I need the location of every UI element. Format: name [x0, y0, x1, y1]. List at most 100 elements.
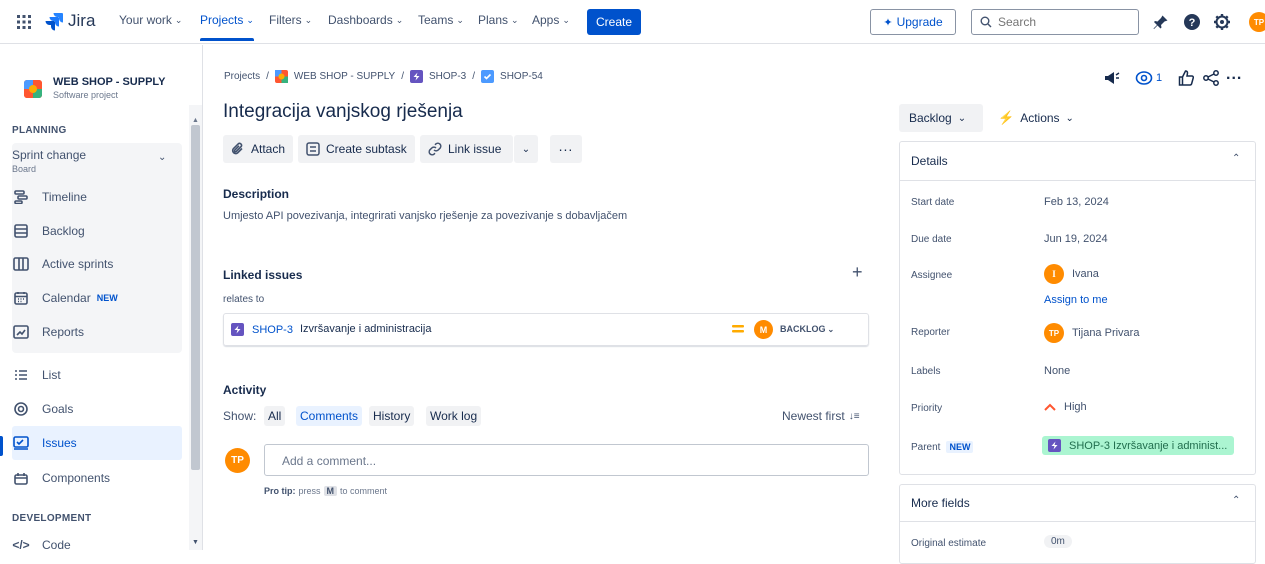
keyboard-key: M	[323, 486, 338, 496]
reports-icon	[12, 323, 30, 341]
nav-projects[interactable]: Projects ⌄	[200, 13, 254, 41]
more-actions-button[interactable]: ...	[550, 135, 582, 163]
new-badge: NEW	[946, 441, 974, 453]
breadcrumb: Projects / WEB SHOP - SUPPLY / SHOP-3 / …	[224, 70, 543, 83]
link-issue-dropdown[interactable]: ⌄	[514, 135, 538, 163]
priority-value[interactable]: High	[1044, 401, 1087, 413]
sidebar-item-backlog[interactable]: Backlog	[12, 214, 182, 248]
list-icon	[12, 366, 30, 384]
project-avatar-icon	[274, 70, 288, 83]
filter-work-log[interactable]: Work log	[426, 406, 482, 426]
assignee-avatar: I	[1044, 264, 1064, 284]
breadcrumb-projects[interactable]: Projects	[224, 71, 260, 82]
nav-your-work[interactable]: Your work ⌄	[119, 13, 182, 27]
more-fields-header[interactable]: More fields ⌃	[899, 484, 1256, 522]
breadcrumb-project[interactable]: WEB SHOP - SUPPLY	[294, 71, 395, 82]
original-estimate-value[interactable]: 0m	[1044, 535, 1072, 548]
sidebar-item-components[interactable]: Components	[12, 461, 182, 495]
chevron-down-icon: ⌄	[395, 14, 404, 25]
board-sub: Board	[12, 164, 37, 174]
more-icon[interactable]: ...	[1226, 66, 1242, 84]
due-date-value[interactable]: Jun 19, 2024	[1044, 233, 1108, 245]
linked-issue-summary[interactable]: Izvršavanje i administracija	[300, 323, 431, 335]
jira-logo[interactable]: Jira	[44, 11, 95, 31]
planning-heading: PLANNING	[12, 125, 67, 136]
feedback-megaphone-icon[interactable]	[1103, 70, 1121, 86]
link-issue-button[interactable]: Link issue	[420, 135, 513, 163]
watch-button[interactable]: 1	[1135, 70, 1162, 86]
assignee-label: Assignee	[911, 270, 953, 281]
breadcrumb-separator: /	[266, 71, 269, 82]
nav-teams[interactable]: Teams ⌄	[418, 13, 464, 27]
linked-issue-row[interactable]: SHOP-3 Izvršavanje i administracija M BA…	[223, 313, 869, 346]
sidebar-scrollbar-thumb[interactable]	[191, 125, 200, 470]
sidebar-item-calendar[interactable]: Calendar NEW	[12, 281, 182, 315]
linked-issue-key[interactable]: SHOP-3	[252, 324, 293, 336]
comment-input[interactable]: Add a comment...	[264, 444, 869, 476]
eye-icon	[1135, 71, 1153, 85]
sort-toggle[interactable]: Newest first ↓≡	[782, 409, 860, 423]
priority-high-icon	[1044, 403, 1056, 411]
relation-type: relates to	[223, 294, 265, 305]
project-type: Software project	[53, 90, 119, 100]
parent-value[interactable]: SHOP-3 Izvršavanje i administ...	[1042, 436, 1234, 455]
attach-button[interactable]: Attach	[223, 135, 294, 163]
epic-icon	[410, 70, 424, 83]
issue-title[interactable]: Integracija vanjskog rješenja	[223, 101, 463, 123]
search-input[interactable]	[998, 15, 1118, 29]
sidebar-item-code[interactable]: </> Code	[12, 528, 182, 550]
issues-icon	[12, 434, 30, 452]
chevron-down-icon: ⌄	[174, 14, 183, 25]
breadcrumb-separator: /	[472, 71, 476, 82]
details-header[interactable]: Details ⌃	[899, 141, 1256, 181]
linked-status-dropdown[interactable]: BACKLOG ⌄	[780, 324, 834, 334]
start-date-value[interactable]: Feb 13, 2024	[1044, 196, 1109, 208]
project-sidebar: WEB SHOP - SUPPLY Software project PLANN…	[0, 45, 203, 550]
labels-value[interactable]: None	[1044, 365, 1070, 377]
app-switcher-icon[interactable]	[16, 14, 32, 30]
sidebar-item-issues[interactable]: Issues	[12, 426, 182, 460]
chevron-up-icon: ⌃	[1232, 495, 1241, 506]
create-subtask-button[interactable]: Create subtask	[298, 135, 415, 163]
like-thumbs-up-icon[interactable]	[1178, 70, 1194, 86]
sidebar-item-reports[interactable]: Reports	[12, 315, 182, 349]
upgrade-button[interactable]: ✦ Upgrade	[870, 9, 956, 35]
search-field[interactable]	[971, 9, 1139, 35]
status-dropdown[interactable]: Backlog ⌄	[899, 104, 983, 132]
assignee-value[interactable]: I Ivana	[1044, 264, 1099, 284]
sidebar-item-active-sprints[interactable]: Active sprints	[12, 247, 182, 281]
reporter-value[interactable]: TP Tijana Privara	[1044, 323, 1139, 343]
scroll-up-arrow[interactable]: ▲	[192, 117, 199, 124]
priority-medium-icon	[732, 324, 744, 334]
nav-dashboards[interactable]: Dashboards ⌄	[328, 13, 403, 27]
user-avatar[interactable]: TP	[1249, 12, 1265, 32]
share-icon[interactable]	[1203, 70, 1219, 86]
add-linked-issue-plus-icon[interactable]: +	[852, 262, 863, 283]
actions-dropdown[interactable]: ⚡ Actions ⌄	[998, 104, 1074, 132]
scroll-down-arrow[interactable]: ▼	[192, 539, 199, 546]
assign-to-me-link[interactable]: Assign to me	[1044, 294, 1108, 306]
settings-gear-icon[interactable]	[1213, 13, 1231, 31]
create-button[interactable]: Create	[587, 9, 641, 35]
notifications-icon[interactable]	[1153, 14, 1169, 30]
reporter-avatar: TP	[1044, 323, 1064, 343]
sidebar-item-timeline[interactable]: Timeline	[12, 180, 182, 214]
nav-filters[interactable]: Filters ⌄	[269, 13, 312, 27]
project-name[interactable]: WEB SHOP - SUPPLY	[53, 76, 165, 88]
sidebar-item-list[interactable]: List	[12, 358, 182, 392]
description-text[interactable]: Umjesto API povezivanja, integrirati van…	[223, 210, 627, 222]
help-icon[interactable]: ?	[1183, 13, 1201, 31]
nav-apps[interactable]: Apps ⌄	[532, 13, 570, 27]
goals-icon	[12, 400, 30, 418]
original-estimate-label: Original estimate	[911, 538, 987, 549]
breadcrumb-parent[interactable]: SHOP-3	[429, 71, 466, 82]
nav-plans[interactable]: Plans ⌄	[478, 13, 519, 27]
filter-history[interactable]: History	[369, 406, 415, 426]
filter-all[interactable]: All	[264, 406, 286, 426]
comment-avatar: TP	[225, 448, 250, 473]
filter-comments[interactable]: Comments	[296, 406, 363, 426]
breadcrumb-issue[interactable]: SHOP-54	[500, 71, 543, 82]
development-heading: DEVELOPMENT	[12, 513, 92, 524]
sidebar-item-goals[interactable]: Goals	[12, 392, 182, 426]
board-switcher[interactable]: Sprint change Board ⌄	[12, 148, 182, 178]
